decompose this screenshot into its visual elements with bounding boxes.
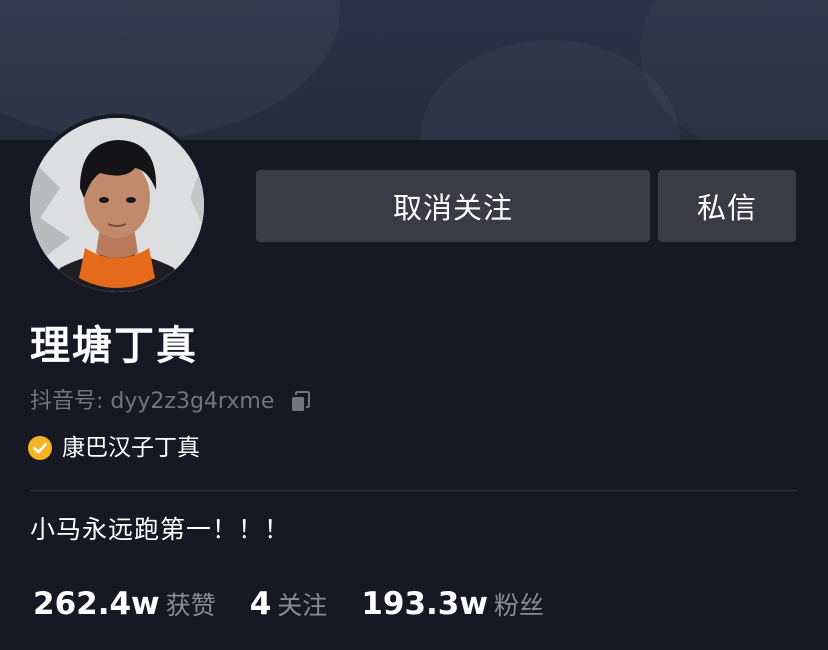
stat-following[interactable]: 4 关注 [250, 584, 328, 626]
unfollow-button[interactable]: 取消关注 [256, 170, 650, 242]
avatar-image [30, 118, 204, 292]
message-button[interactable]: 私信 [658, 170, 796, 242]
stat-followers-label: 粉丝 [494, 591, 545, 620]
stats-row: 262.4w 获赞 4 关注 193.3w 粉丝 [33, 584, 578, 626]
profile-name: 理塘丁真 [30, 323, 198, 369]
stat-likes-value: 262.4w [33, 586, 160, 622]
copy-icon[interactable] [288, 390, 312, 414]
avatar[interactable] [26, 114, 208, 296]
verification-text: 康巴汉子丁真 [62, 435, 200, 461]
divider [30, 490, 798, 491]
douyin-id-text: 抖音号: dyy2z3g4rxme [30, 389, 275, 414]
stat-likes-label: 获赞 [165, 591, 216, 620]
stat-followers-value: 193.3w [361, 586, 489, 622]
stat-following-label: 关注 [277, 591, 328, 620]
portrait-illustration [30, 118, 204, 292]
profile-bio: 小马永远跑第一！！！ [30, 515, 291, 544]
verification-row: 康巴汉子丁真 [28, 432, 200, 464]
douyin-id-row: 抖音号: dyy2z3g4rxme [30, 386, 312, 418]
stat-likes[interactable]: 262.4w 获赞 [33, 584, 216, 626]
stat-following-value: 4 [249, 586, 272, 622]
verified-badge-icon [28, 436, 52, 460]
stat-followers[interactable]: 193.3w 粉丝 [361, 584, 544, 626]
profile-page: 取消关注 私信 理塘丁真 抖音号: dyy2z3g4rxme 康巴汉子丁真 小马… [0, 0, 828, 650]
